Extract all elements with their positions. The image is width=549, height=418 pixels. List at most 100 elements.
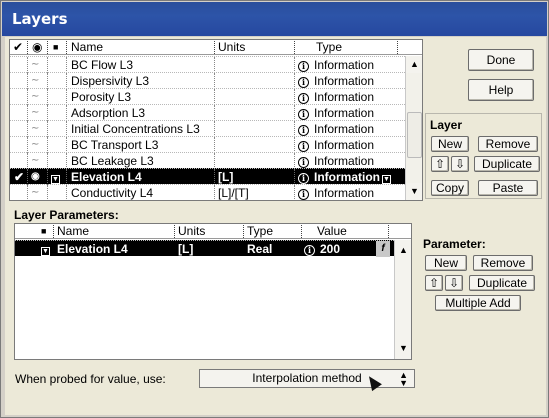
lock-icon[interactable] — [51, 137, 63, 153]
row-menu-icon[interactable]: ▼ — [382, 169, 394, 185]
lock-icon[interactable] — [51, 121, 63, 137]
lock-icon[interactable] — [51, 153, 63, 169]
layer-row[interactable]: ∼ BC Leakage L3 i Information — [10, 152, 405, 169]
layer-remove-button[interactable]: Remove — [478, 136, 538, 152]
param-scroll-up-button[interactable]: ▲ — [395, 242, 411, 259]
info-icon[interactable]: i — [298, 185, 312, 200]
visible-check-icon[interactable] — [14, 89, 26, 105]
eye-icon[interactable]: ∼ — [31, 185, 45, 200]
eye-icon[interactable]: ∼ — [31, 137, 45, 153]
parameter-duplicate-button[interactable]: Duplicate — [469, 275, 535, 291]
param-units: [L] — [178, 242, 194, 256]
layer-type: Information — [314, 106, 375, 120]
layers-list[interactable]: ✔ ◉ ■ Name Units Type ∼ BC Flow L3 i Inform… — [9, 39, 423, 201]
layer-copy-button[interactable]: Copy — [431, 180, 469, 196]
param-name-column-header[interactable]: Name — [57, 224, 89, 239]
layer-units — [218, 89, 292, 105]
layers-scrollbar[interactable]: ▲ ▼ — [405, 56, 422, 200]
multiple-add-button[interactable]: Multiple Add — [435, 295, 521, 311]
info-icon[interactable]: i — [298, 73, 312, 89]
layer-row[interactable]: ∼ Adsorption L3 i Information — [10, 104, 405, 121]
layer-units: [L] — [218, 170, 234, 184]
layer-row[interactable]: ∼ Initial Concentrations L3 i Information — [10, 120, 405, 137]
layer-type: Information — [314, 74, 375, 88]
layer-move-down-button[interactable]: ⇩ — [451, 156, 469, 172]
visible-check-icon[interactable] — [14, 121, 26, 137]
layer-new-button[interactable]: New — [431, 136, 469, 152]
info-icon[interactable]: i — [298, 89, 312, 105]
select-arrows-icon: ▲ ▼ — [399, 370, 408, 388]
eye-icon[interactable]: ◉ — [31, 169, 45, 185]
scroll-thumb[interactable] — [407, 112, 422, 158]
scroll-up-button[interactable]: ▲ — [406, 56, 422, 73]
visible-check-icon[interactable]: ✔ — [14, 169, 26, 185]
visible-check-icon[interactable] — [14, 185, 26, 200]
eye-icon[interactable]: ∼ — [31, 153, 45, 169]
layer-name: Initial Concentrations L3 — [71, 122, 200, 136]
lock-icon[interactable] — [51, 185, 63, 200]
layer-units — [218, 153, 292, 169]
parameters-scrollbar[interactable]: ▲ ▼ — [394, 240, 411, 359]
units-column-header[interactable]: Units — [218, 40, 245, 55]
window-title: Layers — [2, 2, 547, 36]
param-scroll-down-button[interactable]: ▼ — [395, 340, 411, 357]
info-icon[interactable]: i — [298, 105, 312, 121]
parameter-new-button[interactable]: New — [425, 255, 467, 271]
eye-column-header[interactable]: ◉ — [32, 40, 42, 55]
visible-check-icon[interactable] — [14, 137, 26, 153]
type-column-header[interactable]: Type — [316, 40, 342, 55]
param-lock-icon[interactable]: ▼ — [41, 241, 53, 257]
parameter-remove-button[interactable]: Remove — [473, 255, 533, 271]
visible-check-icon[interactable] — [14, 105, 26, 121]
eye-icon[interactable]: ∼ — [31, 121, 45, 137]
layer-duplicate-button[interactable]: Duplicate — [474, 156, 540, 172]
help-button[interactable]: Help — [468, 79, 534, 101]
lock-icon[interactable] — [51, 89, 63, 105]
layer-name: BC Leakage L3 — [71, 154, 154, 168]
visible-check-icon[interactable] — [14, 73, 26, 89]
info-icon[interactable]: i — [298, 121, 312, 137]
probe-method-select[interactable]: Interpolation method ▲ ▼ — [199, 369, 415, 388]
layer-row[interactable]: ∼ Conductivity L4 [L]/[T] i Information — [10, 184, 405, 200]
lock-icon[interactable] — [51, 57, 63, 73]
layer-paste-button[interactable]: Paste — [478, 180, 538, 196]
visible-check-icon[interactable] — [14, 57, 26, 73]
layer-row[interactable]: ✔ ◉ ▼ Elevation L4 [L] i Information ▼ — [10, 168, 405, 185]
layers-list-header: ✔ ◉ ■ Name Units Type — [10, 40, 422, 55]
eye-icon[interactable]: ∼ — [31, 89, 45, 105]
edit-value-icon[interactable]: f — [376, 241, 390, 257]
scroll-down-button[interactable]: ▼ — [406, 183, 422, 200]
done-button[interactable]: Done — [468, 49, 534, 71]
info-icon[interactable]: i — [298, 169, 312, 185]
parameter-move-up-button[interactable]: ⇧ — [425, 275, 443, 291]
eye-icon[interactable]: ∼ — [31, 105, 45, 121]
eye-icon[interactable]: ∼ — [31, 57, 45, 73]
eye-icon[interactable]: ∼ — [31, 73, 45, 89]
lock-icon[interactable] — [51, 105, 63, 121]
layer-type: Information — [314, 58, 375, 72]
parameter-move-down-button[interactable]: ⇩ — [445, 275, 463, 291]
parameters-list[interactable]: ■ Name Units Type Value ▼ Elevation L4 [L]… — [14, 223, 412, 360]
info-icon[interactable]: i — [298, 57, 312, 73]
parameter-row[interactable]: ▼ Elevation L4 [L] Real i 200 f — [15, 240, 394, 257]
info-icon[interactable]: i — [304, 241, 318, 257]
layer-move-up-button[interactable]: ⇧ — [431, 156, 449, 172]
layer-row[interactable]: ∼ Dispersivity L3 i Information — [10, 72, 405, 89]
layer-row[interactable]: ∼ BC Flow L3 i Information — [10, 56, 405, 73]
visible-check-icon[interactable] — [14, 153, 26, 169]
param-value-column-header[interactable]: Value — [317, 224, 347, 239]
info-icon[interactable]: i — [298, 153, 312, 169]
lock-column-header[interactable]: ■ — [53, 40, 58, 55]
check-column-header[interactable]: ✔ — [13, 40, 23, 55]
param-lock-column-header[interactable]: ■ — [41, 224, 46, 239]
info-icon[interactable]: i — [298, 137, 312, 153]
param-value[interactable]: 200 — [320, 241, 372, 257]
layer-row[interactable]: ∼ Porosity L3 i Information — [10, 88, 405, 105]
lock-icon[interactable]: ▼ — [51, 169, 63, 185]
name-column-header[interactable]: Name — [71, 40, 103, 55]
param-type-column-header[interactable]: Type — [247, 224, 273, 239]
layer-row[interactable]: ∼ BC Transport L3 i Information — [10, 136, 405, 153]
lock-icon[interactable] — [51, 73, 63, 89]
param-units-column-header[interactable]: Units — [178, 224, 205, 239]
arrow-up-icon: ⇧ — [434, 157, 446, 171]
